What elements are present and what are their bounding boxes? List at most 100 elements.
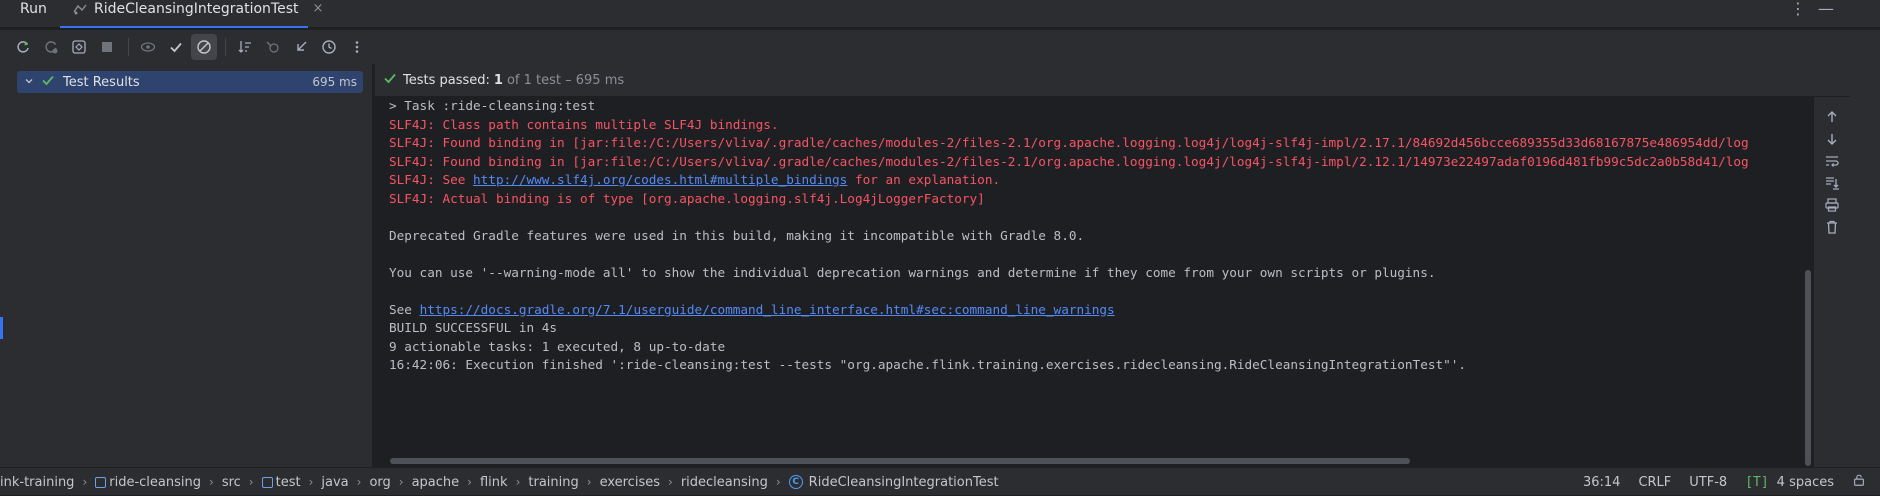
sort-alphabetically-icon[interactable]: [232, 34, 258, 60]
slf4j-docs-link[interactable]: http://www.slf4j.org/codes.html#multiple…: [473, 172, 847, 187]
indent-icon: [T]: [1745, 474, 1769, 490]
console-text: for an explanation.: [847, 172, 1001, 187]
test-status-bar: Tests passed: 1 of 1 test – 695 ms: [375, 64, 1880, 96]
more-icon[interactable]: [344, 34, 370, 60]
trash-icon[interactable]: [1822, 217, 1842, 237]
breadcrumb: ink-training › ride-cleansing › src › test ›…: [0, 468, 999, 496]
passed-check-icon: [383, 71, 397, 89]
breadcrumb-item[interactable]: C RideCleansingIntegrationTest: [788, 474, 999, 490]
more-options-icon[interactable]: ⋮: [1790, 0, 1806, 18]
breadcrumb-label: ride-cleansing: [109, 474, 201, 490]
console-line: 16:42:06: Execution finished ':ride-clea…: [389, 357, 1467, 372]
stop-icon[interactable]: [94, 34, 120, 60]
tree-item-label: Test Results: [63, 74, 140, 90]
breadcrumb-label: ink-training: [0, 474, 75, 490]
status-prefix: Tests passed:: [403, 72, 490, 88]
caret-position[interactable]: 36:14: [1583, 475, 1620, 490]
show-ignored-icon[interactable]: [135, 34, 161, 60]
close-icon[interactable]: ×: [313, 0, 324, 18]
status-suffix: of 1 test – 695 ms: [506, 72, 625, 88]
chevron-right-icon: ›: [248, 475, 254, 489]
status-widgets: 36:14 CRLF UTF-8 [T] 4 spaces: [1583, 468, 1880, 496]
tree-item-duration: 695 ms: [312, 75, 357, 89]
rerun-icon[interactable]: [10, 34, 36, 60]
lock-icon[interactable]: [1852, 473, 1866, 491]
chevron-right-icon: ›: [82, 475, 88, 489]
toolbar-separator: [128, 38, 129, 56]
tab-ride-cleansing-integration-test[interactable]: RideCleansingIntegrationTest ×: [60, 0, 323, 28]
breadcrumb-label: training: [528, 474, 579, 490]
scroll-to-end-icon[interactable]: [1822, 173, 1842, 193]
test-config-icon: [72, 1, 88, 19]
console-line: 9 actionable tasks: 1 executed, 8 up-to-…: [389, 338, 726, 354]
run-tool-window-title[interactable]: Run: [20, 0, 47, 18]
soft-wrap-icon[interactable]: [1822, 151, 1842, 171]
tree-item-test-results[interactable]: Test Results 695 ms: [17, 71, 363, 93]
module-icon: [95, 476, 107, 488]
show-ignored-tests-icon[interactable]: [191, 34, 217, 60]
rerun-failed-icon[interactable]: [38, 34, 64, 60]
breadcrumb-label: exercises: [599, 474, 660, 490]
breadcrumb-label: src: [221, 474, 241, 490]
breadcrumb-item[interactable]: ink-training ›: [0, 475, 95, 490]
focus-marker: [0, 317, 3, 339]
breadcrumb-item[interactable]: apache ›: [412, 475, 480, 490]
console-line: SLF4J: Actual binding is of type [org.ap…: [389, 190, 985, 206]
breadcrumb-item[interactable]: exercises ›: [600, 475, 681, 490]
console-line: SLF4J: See http://www.slf4j.org/codes.ht…: [389, 171, 1000, 189]
breadcrumb-item[interactable]: java ›: [321, 475, 369, 490]
breadcrumb-label: RideCleansingIntegrationTest: [808, 474, 999, 490]
chevron-right-icon: ›: [308, 475, 314, 489]
minimize-icon[interactable]: —: [1818, 0, 1834, 18]
breadcrumb-item[interactable]: training ›: [528, 475, 599, 490]
breadcrumb-item[interactable]: test ›: [261, 474, 322, 490]
console-output[interactable]: > Task :ride-cleansing:test SLF4J: Class…: [375, 97, 1813, 467]
breadcrumb-item[interactable]: org ›: [369, 475, 411, 490]
console-line: SLF4J: Found binding in [jar:file:/C:/Us…: [389, 135, 1749, 150]
chevron-right-icon: ›: [356, 475, 362, 489]
indent-setting[interactable]: 4 spaces: [1777, 475, 1834, 490]
toolbar-separator: [225, 38, 226, 56]
import-tests-icon[interactable]: [260, 34, 286, 60]
show-passed-icon[interactable]: [163, 34, 189, 60]
chevron-right-icon: ›: [586, 475, 592, 489]
class-icon: C: [788, 475, 803, 489]
toggle-auto-test-icon[interactable]: [66, 34, 92, 60]
chevron-right-icon: ›: [209, 475, 214, 489]
arrow-down-icon[interactable]: [1822, 129, 1842, 149]
test-tree: Test Results 695 ms: [0, 64, 372, 467]
breadcrumb-label: flink: [479, 474, 508, 490]
status-count: 1: [493, 72, 503, 88]
console-line: > Task :ride-cleansing:test: [389, 98, 596, 113]
vertical-scrollbar[interactable]: [1805, 270, 1811, 466]
history-icon[interactable]: [316, 34, 342, 60]
line-separator[interactable]: CRLF: [1638, 475, 1671, 490]
breadcrumb-item[interactable]: ride-cleansing ›: [95, 475, 222, 490]
console-text: See: [389, 301, 420, 317]
breadcrumb-item[interactable]: src ›: [222, 475, 262, 490]
console-text: SLF4J: See: [389, 172, 474, 187]
console-side-toolbar: [1814, 97, 1850, 467]
breadcrumb-label: apache: [411, 474, 460, 490]
gradle-docs-link[interactable]: https://docs.gradle.org/7.1/userguide/co…: [420, 302, 1115, 317]
breadcrumb-label: ridecleansing: [680, 474, 768, 490]
print-icon[interactable]: [1822, 195, 1842, 215]
passed-check-icon: [41, 73, 57, 91]
console-line: You can use '--warning-mode all' to show…: [389, 264, 1436, 280]
run-toolbar: [0, 30, 1880, 64]
chevron-right-icon: ›: [775, 475, 781, 489]
breadcrumb-item[interactable]: flink ›: [480, 475, 528, 490]
arrow-up-icon[interactable]: [1822, 107, 1842, 127]
horizontal-scrollbar[interactable]: [390, 458, 1410, 464]
console-line: SLF4J: Found binding in [jar:file:/C:/Us…: [389, 153, 1749, 169]
console-line: Deprecated Gradle features were used in …: [389, 227, 1085, 243]
file-encoding[interactable]: UTF-8: [1689, 475, 1727, 490]
tab-label: RideCleansingIntegrationTest: [94, 1, 299, 17]
chevron-down-icon[interactable]: [21, 76, 37, 89]
status-bar: ink-training › ride-cleansing › src › test ›…: [0, 467, 1880, 495]
console-line: SLF4J: Class path contains multiple SLF4…: [389, 116, 779, 132]
console-line: See https://docs.gradle.org/7.1/userguid…: [389, 301, 1115, 319]
breadcrumb-item[interactable]: ridecleansing ›: [681, 475, 789, 490]
collapse-icon[interactable]: [288, 34, 314, 60]
breadcrumb-label: test: [275, 474, 301, 490]
